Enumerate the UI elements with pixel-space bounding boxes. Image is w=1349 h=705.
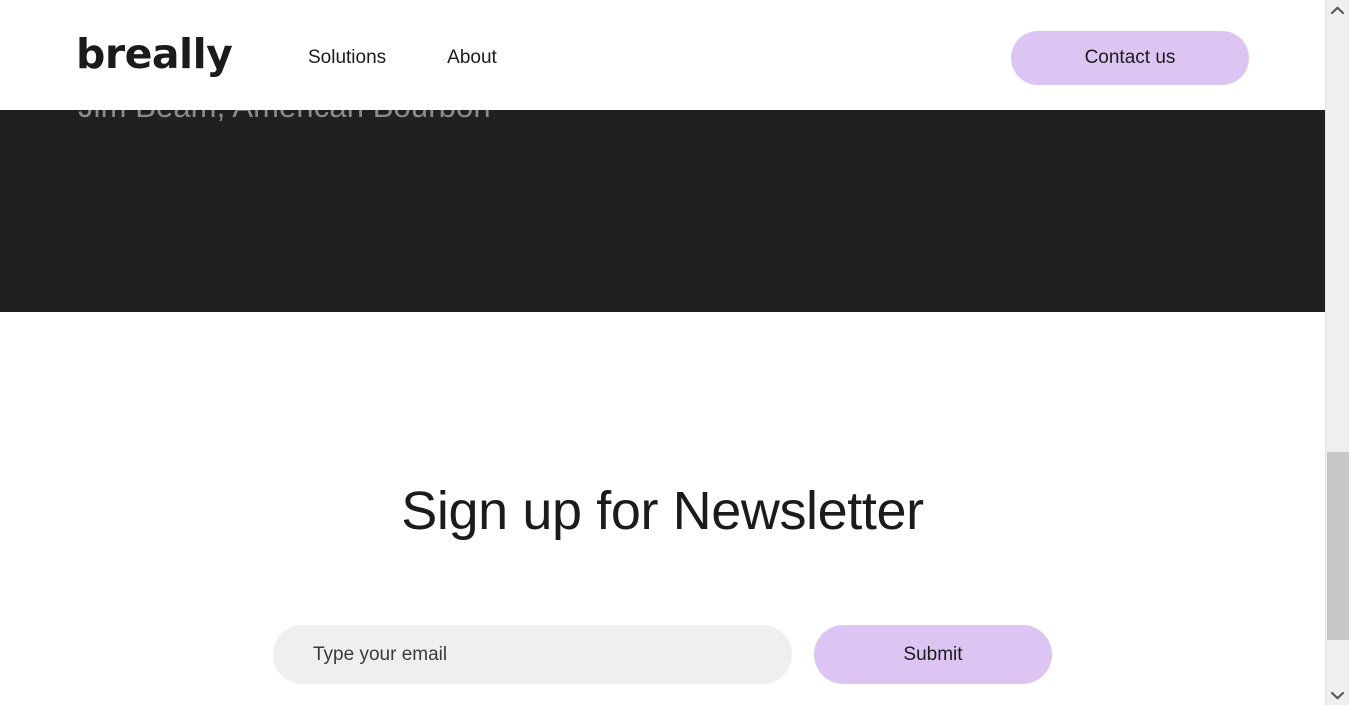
- site-header: breally Solutions About Contact us: [0, 0, 1325, 110]
- chevron-up-icon: [1331, 6, 1344, 14]
- newsletter-title: Sign up for Newsletter: [401, 481, 924, 541]
- scrollbar-thumb[interactable]: [1327, 452, 1349, 640]
- chevron-down-icon: [1331, 691, 1344, 699]
- scrollbar-up-arrow[interactable]: [1326, 0, 1349, 20]
- nav-item-solutions[interactable]: Solutions: [308, 44, 386, 72]
- email-input[interactable]: [273, 625, 792, 684]
- scrollbar-down-arrow[interactable]: [1326, 685, 1349, 705]
- vertical-scrollbar[interactable]: [1325, 0, 1349, 705]
- newsletter-signup-form: Submit: [273, 625, 1052, 684]
- hero-dark-section: Jim Beam, American Bourbon: [0, 89, 1325, 312]
- brand-logo[interactable]: breally: [76, 32, 233, 76]
- main-navigation: Solutions About: [308, 44, 497, 72]
- nav-item-about[interactable]: About: [447, 44, 497, 72]
- page-root: Jim Beam, American Bourbon breally Solut…: [0, 0, 1349, 705]
- page-viewport: Jim Beam, American Bourbon breally Solut…: [0, 0, 1325, 705]
- newsletter-section: Sign up for Newsletter Submit: [0, 312, 1325, 705]
- submit-button[interactable]: Submit: [814, 625, 1052, 684]
- contact-us-button[interactable]: Contact us: [1011, 31, 1249, 85]
